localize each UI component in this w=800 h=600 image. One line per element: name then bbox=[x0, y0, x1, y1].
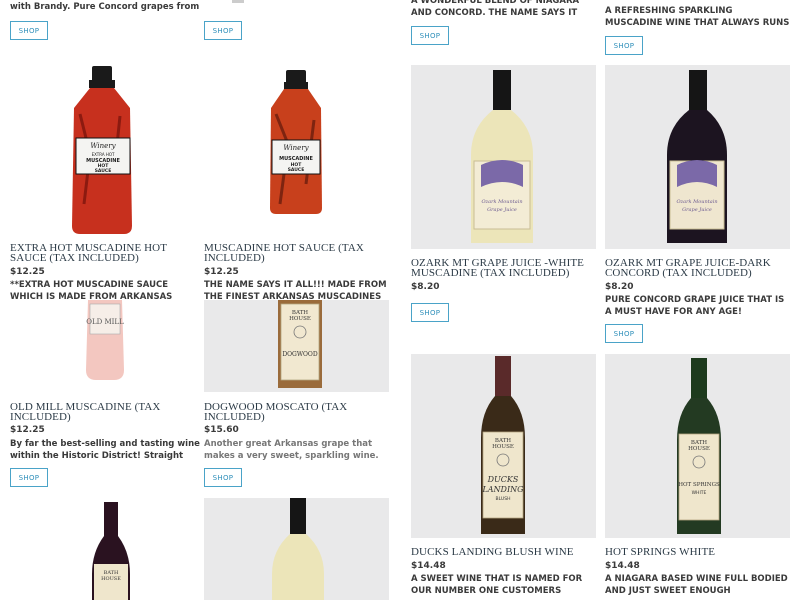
label-line: MUSCADINE bbox=[279, 156, 313, 162]
product-price: $12.25 bbox=[10, 267, 45, 277]
product-description: Another great Arkansas grape that makes … bbox=[204, 439, 379, 461]
label-line: LANDING bbox=[481, 485, 524, 494]
shop-button[interactable]: SHOP bbox=[204, 21, 242, 40]
label-line: Grape Juice bbox=[682, 207, 712, 213]
label-line: HOUSE bbox=[492, 444, 514, 450]
product-image[interactable] bbox=[228, 0, 248, 4]
product-price: $12.25 bbox=[10, 425, 45, 435]
product-description: PURE CONCORD GRAPE JUICE THAT IS A MUST … bbox=[605, 295, 785, 317]
shop-button[interactable]: SHOP bbox=[204, 468, 242, 487]
label-line: Grape Juice bbox=[487, 207, 517, 213]
label-line: Ozark Mountain bbox=[676, 199, 717, 205]
product-title[interactable]: OLD MILL MUSCADINE (TAX INCLUDED) bbox=[10, 402, 198, 423]
product-price: $8.20 bbox=[605, 282, 634, 292]
product-description: By far the best-selling and tasting wine… bbox=[10, 439, 200, 461]
product-image-dogwood[interactable]: BATH HOUSE DOGWOOD bbox=[204, 300, 389, 392]
product-description: A SWEET WINE THAT IS NAMED FOR OUR NUMBE… bbox=[411, 574, 583, 596]
product-image-grape-juice-white[interactable]: Ozark Mountain Grape Juice bbox=[411, 65, 596, 249]
product-description: with Brandy. Pure Concord grapes from bbox=[10, 2, 200, 12]
label-line: HOT SPRINGS bbox=[678, 482, 720, 488]
product-image-old-mill[interactable]: OLD MILL bbox=[10, 300, 195, 386]
product-title[interactable]: DUCKS LANDING BLUSH WINE bbox=[411, 547, 596, 558]
product-image-white-wine[interactable] bbox=[204, 498, 389, 600]
shop-button[interactable]: SHOP bbox=[10, 21, 48, 40]
product-price: $15.60 bbox=[204, 425, 239, 435]
label-line: HOUSE bbox=[289, 316, 311, 322]
product-description: A WONDERFUL BLEND OF NIAGARA AND CONCORD… bbox=[411, 0, 580, 18]
product-title[interactable]: EXTRA HOT MUSCADINE HOT SAUCE (TAX INCLU… bbox=[10, 243, 198, 264]
product-title[interactable]: HOT SPRINGS WHITE bbox=[605, 547, 790, 558]
label-brand: Winery bbox=[283, 144, 309, 152]
product-price: $12.25 bbox=[204, 267, 239, 277]
product-image-hot-sauce[interactable]: Winery MUSCADINE HOT SAUCE bbox=[204, 64, 389, 236]
label-line: OLD MILL bbox=[86, 318, 124, 326]
product-image-red-wine[interactable]: BATH HOUSE bbox=[10, 498, 195, 600]
label-line: Ozark Mountain bbox=[481, 199, 522, 205]
product-description: A NIAGARA BASED WINE FULL BODIED AND JUS… bbox=[605, 574, 788, 596]
label-line: DUCKS bbox=[487, 475, 519, 484]
shop-button[interactable]: SHOP bbox=[605, 36, 643, 55]
label-line: BLUSH bbox=[496, 496, 511, 502]
label-line: WHITE bbox=[692, 490, 707, 496]
product-title[interactable]: OZARK MT GRAPE JUICE -WHITE MUSCADINE (T… bbox=[411, 258, 586, 279]
product-title[interactable]: MUSCADINE HOT SAUCE (TAX INCLUDED) bbox=[204, 243, 392, 264]
label-line: SAUCE bbox=[288, 167, 305, 173]
shop-button[interactable]: SHOP bbox=[411, 26, 449, 45]
label-line: HOUSE bbox=[101, 576, 121, 582]
label-line: EXTRA HOT bbox=[92, 152, 115, 157]
product-price: $8.20 bbox=[411, 282, 440, 292]
product-title[interactable]: DOGWOOD MOSCATO (TAX INCLUDED) bbox=[204, 402, 392, 423]
label-brand: Winery bbox=[90, 142, 116, 150]
shop-button[interactable]: SHOP bbox=[605, 324, 643, 343]
product-price: $14.48 bbox=[411, 561, 446, 571]
product-description: A REFRESHING SPARKLING MUSCADINE WINE TH… bbox=[605, 6, 790, 28]
label-line: HOUSE bbox=[688, 446, 710, 452]
product-image-ducks-landing[interactable]: BATH HOUSE DUCKS LANDING BLUSH bbox=[411, 354, 596, 538]
label-line: DOGWOOD bbox=[282, 351, 318, 358]
shop-button[interactable]: SHOP bbox=[10, 468, 48, 487]
product-title[interactable]: OZARK MT GRAPE JUICE-DARK CONCORD (TAX I… bbox=[605, 258, 780, 279]
product-price: $14.48 bbox=[605, 561, 640, 571]
product-image-grape-juice-dark[interactable]: Ozark Mountain Grape Juice bbox=[605, 65, 790, 249]
product-image-extra-hot-sauce[interactable]: Winery EXTRA HOT MUSCADINE HOT SAUCE bbox=[10, 64, 195, 236]
shop-button[interactable]: SHOP bbox=[411, 303, 449, 322]
product-image-hot-springs-white[interactable]: BATH HOUSE HOT SPRINGS WHITE bbox=[605, 354, 790, 538]
label-line: SAUCE bbox=[95, 168, 112, 174]
